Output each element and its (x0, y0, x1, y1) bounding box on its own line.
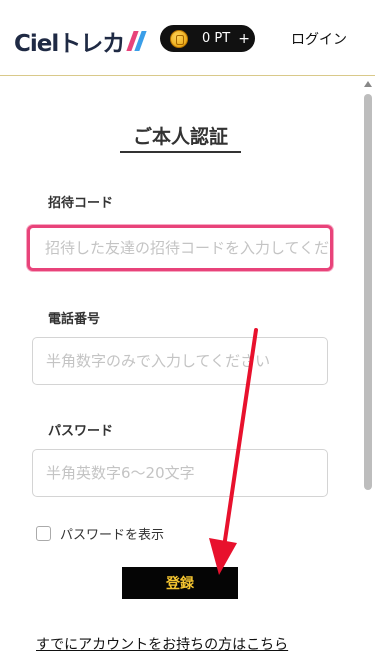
title-underline (120, 151, 241, 153)
password-label: パスワード (48, 424, 114, 439)
show-password-checkbox[interactable] (36, 526, 51, 541)
points-badge[interactable]: 0 PT + (160, 25, 255, 52)
points-value: 0 PT (202, 31, 231, 46)
scroll-up-arrow-icon[interactable] (364, 81, 372, 87)
register-button[interactable]: 登録 (122, 567, 238, 599)
phone-number-field[interactable] (32, 337, 328, 385)
login-link[interactable]: ログイン (291, 29, 347, 49)
page-title: ご本人認証 (132, 126, 228, 148)
invite-code-field[interactable] (27, 225, 333, 271)
logo-slash-icon (126, 31, 147, 51)
show-password-row[interactable]: パスワードを表示 (36, 524, 164, 543)
app-header: Cielトレカ 0 PT + ログイン (0, 0, 375, 76)
password-input[interactable] (46, 464, 327, 482)
existing-account-link[interactable]: すでにアカウントをお持ちの方はこちら (36, 634, 288, 654)
phone-number-label: 電話番号 (48, 312, 101, 327)
brand-logo-text: Cielトレカ (14, 31, 125, 57)
invite-code-input[interactable] (45, 239, 330, 257)
password-field[interactable] (32, 449, 328, 497)
scrollbar-thumb[interactable] (364, 94, 372, 490)
show-password-label: パスワードを表示 (60, 528, 165, 543)
scrollbar[interactable] (361, 77, 375, 667)
invite-code-label: 招待コード (48, 196, 114, 211)
coin-icon (170, 29, 188, 48)
brand-logo[interactable]: Cielトレカ (14, 24, 147, 58)
phone-number-input[interactable] (46, 352, 327, 370)
add-points-icon: + (238, 30, 250, 47)
